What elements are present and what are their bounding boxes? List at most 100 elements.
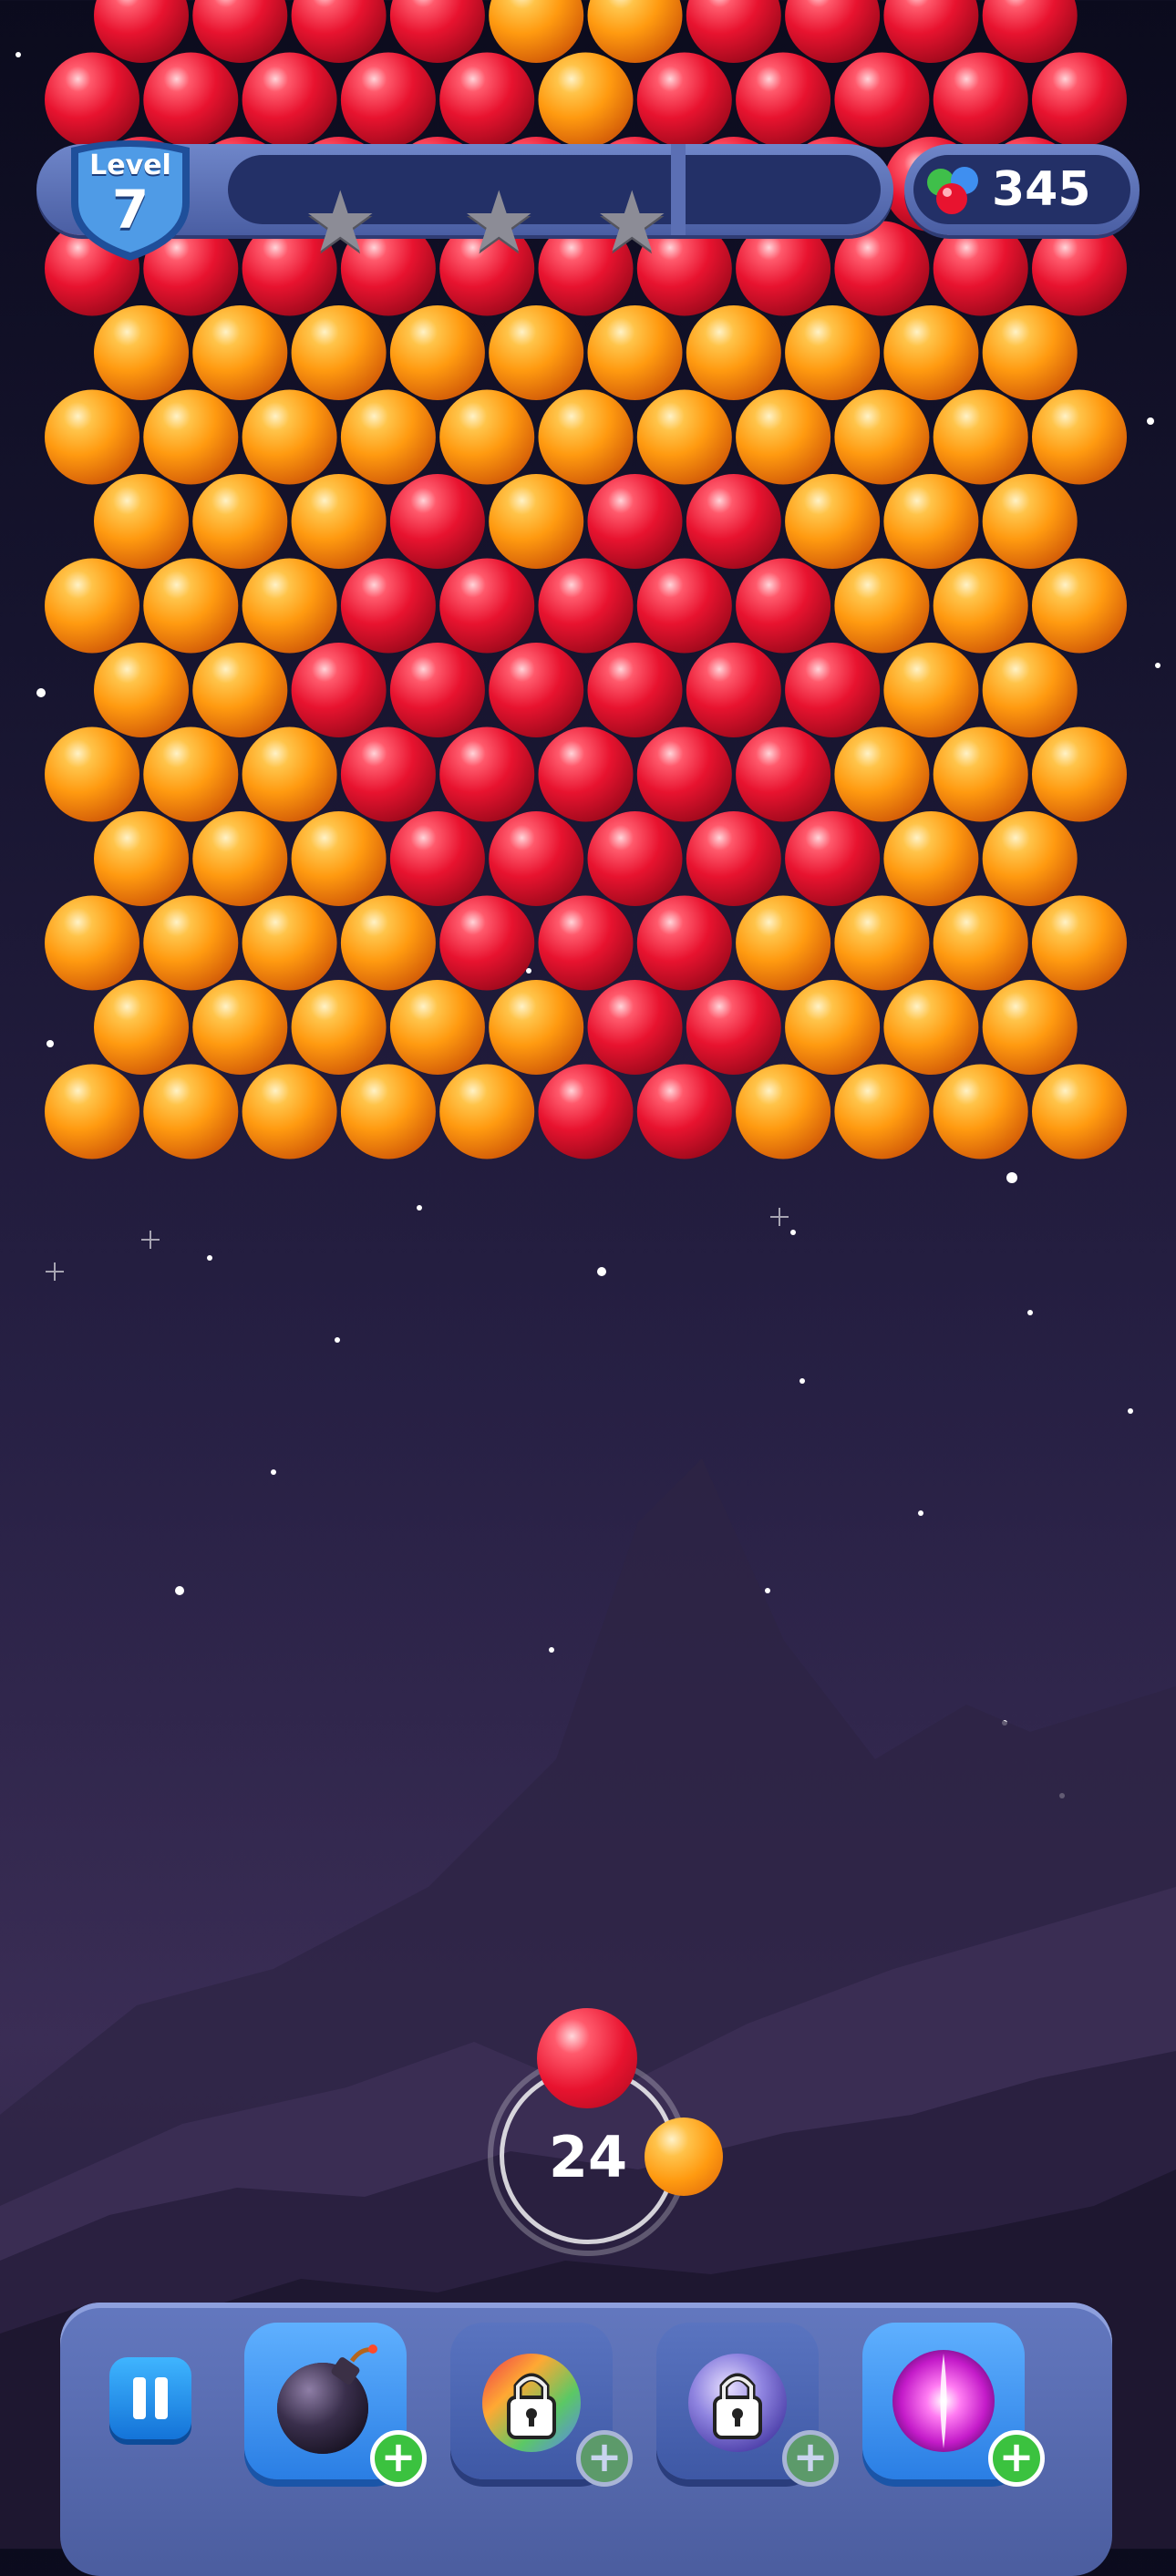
bubble-red	[192, 0, 288, 63]
bubble-red	[636, 558, 732, 654]
bubble-orange	[45, 895, 139, 991]
bubble-red	[785, 811, 881, 906]
bubble-orange	[587, 0, 683, 63]
bubble-orange	[1032, 1064, 1127, 1159]
bubble-orange	[883, 980, 979, 1075]
bubble-red	[834, 52, 930, 148]
bubble-red	[340, 726, 436, 822]
booster-rainbow-locked[interactable]: +	[450, 2323, 633, 2487]
pause-icon	[133, 2377, 146, 2419]
bubble-red	[538, 726, 634, 822]
bubble-red	[439, 726, 535, 822]
bubble-red	[439, 52, 535, 148]
bubble-orange	[340, 389, 436, 485]
bubble-orange	[982, 980, 1078, 1075]
add-lightning-button[interactable]: +	[782, 2430, 839, 2487]
bubble-orange	[636, 389, 732, 485]
bubble-orange	[883, 474, 979, 569]
bubble-red	[291, 643, 387, 737]
bubble-orange	[439, 1064, 535, 1159]
bubble-orange	[489, 0, 584, 63]
booster-lightning-locked[interactable]: +	[656, 2323, 839, 2487]
bubble-orange	[933, 558, 1028, 654]
bubble-orange	[834, 558, 930, 654]
bubble-count: 345	[992, 162, 1091, 217]
bubble-red	[389, 0, 485, 63]
bubble-red	[736, 52, 831, 148]
booster-bomb[interactable]: +	[244, 2323, 427, 2487]
bubble-red	[785, 0, 881, 63]
bubble-orange	[883, 643, 979, 737]
bubble-orange	[736, 389, 831, 485]
current-ball-red[interactable]	[537, 2008, 637, 2108]
bubble-orange	[933, 726, 1028, 822]
bubble-orange	[1032, 558, 1127, 654]
magic-ball-icon	[892, 2350, 995, 2452]
pause-button[interactable]	[109, 2357, 191, 2439]
bubble-orange	[834, 1064, 930, 1159]
booster-fireball[interactable]: +	[862, 2323, 1045, 2487]
bubble-red	[883, 0, 979, 63]
bubble-orange	[389, 305, 485, 400]
bubble-red	[736, 221, 831, 316]
bubble-red	[538, 1064, 634, 1159]
bubble-red	[982, 0, 1078, 63]
level-label: Level	[89, 149, 171, 181]
bubble-orange	[389, 980, 485, 1075]
next-ball-swap[interactable]	[645, 2117, 723, 2196]
bubble-orange	[538, 389, 634, 485]
bubble-orange	[192, 305, 288, 400]
bubble-orange	[242, 558, 337, 654]
bubble-orange	[883, 811, 979, 906]
bubble-red	[736, 558, 831, 654]
bubble-red	[439, 558, 535, 654]
bubble-orange	[242, 1064, 337, 1159]
bubble-orange	[242, 895, 337, 991]
bubble-red	[636, 726, 732, 822]
bubble-orange	[192, 643, 288, 737]
bubble-orange	[834, 895, 930, 991]
bubble-orange	[933, 389, 1028, 485]
bubble-orange	[340, 1064, 436, 1159]
bubble-orange	[1032, 726, 1127, 822]
bubble-orange	[94, 811, 189, 906]
bubble-red	[1032, 221, 1127, 316]
bubble-red	[933, 221, 1028, 316]
bubble-red	[785, 643, 881, 737]
bubble-red	[242, 52, 337, 148]
bubble-orange	[785, 305, 881, 400]
bubble-orange	[242, 389, 337, 485]
bubble-red	[636, 895, 732, 991]
bubble-orange	[736, 1064, 831, 1159]
bubble-orange	[340, 895, 436, 991]
bubble-orange	[489, 474, 584, 569]
bubble-red	[636, 1064, 732, 1159]
add-fireball-button[interactable]: +	[988, 2430, 1045, 2487]
bubble-orange	[982, 643, 1078, 737]
bubble-orange	[785, 980, 881, 1075]
bubble-red	[538, 895, 634, 991]
bubble-orange	[291, 305, 387, 400]
bubble-orange	[982, 811, 1078, 906]
bubble-orange	[736, 895, 831, 991]
bubble-counter: 345	[904, 144, 1140, 235]
bubble-orange	[1032, 389, 1127, 485]
level-badge: Level 7	[62, 139, 199, 263]
bubble-red	[439, 895, 535, 991]
bubble-orange	[192, 811, 288, 906]
bubble-orange	[538, 52, 634, 148]
star-1-icon: ★	[303, 173, 378, 271]
bubble-orange	[439, 389, 535, 485]
add-bomb-button[interactable]: +	[370, 2430, 427, 2487]
rainbow-ball-icon	[482, 2354, 581, 2452]
add-rainbow-button[interactable]: +	[576, 2430, 633, 2487]
bubble-orange	[143, 895, 239, 991]
bubble-red	[389, 811, 485, 906]
bubble-orange	[883, 305, 979, 400]
bubble-red	[587, 474, 683, 569]
bubble-orange	[834, 389, 930, 485]
bubble-orange	[192, 474, 288, 569]
bubble-orange	[489, 980, 584, 1075]
level-number: 7	[111, 179, 150, 241]
bubble-red	[686, 980, 781, 1075]
